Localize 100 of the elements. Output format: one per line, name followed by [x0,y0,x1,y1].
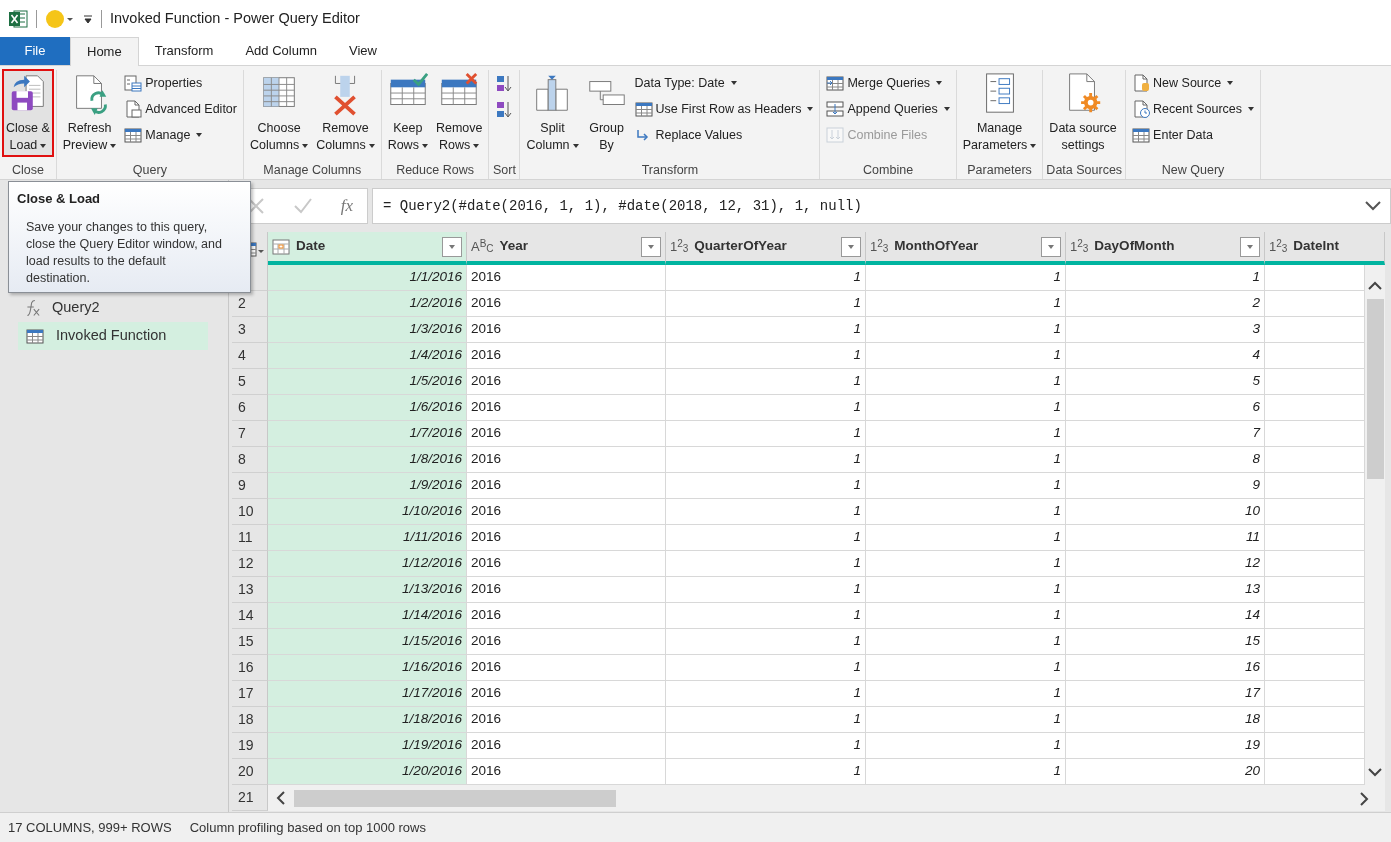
table-icon [124,126,143,144]
properties-icon [124,74,143,92]
table-cell: 1 [666,681,866,707]
table-cell: 1 [666,629,866,655]
row-number: 21 [232,785,268,811]
filter-button[interactable] [442,236,462,257]
table-cell: 2016 [467,733,666,759]
table-cell: 2016 [467,473,666,499]
table-cell: 1 [866,499,1066,525]
row-number: 15 [232,629,268,655]
ribbon-button[interactable]: Recent Sources [1129,96,1258,122]
database-document-icon [1132,74,1151,92]
table-cell: 1/10/2016 [268,499,467,525]
table-cell: 1 [866,473,1066,499]
filter-button[interactable] [1240,236,1260,257]
ribbon-button[interactable]: Enter Data [1129,122,1258,148]
group-label: Combine [862,162,915,179]
row-number: 10 [232,499,268,525]
horizontal-scrollbar[interactable] [268,785,1385,811]
ribbon-tab[interactable]: Add Column [229,37,333,65]
row-number: 9 [232,473,268,499]
table-cell: 1/6/2016 [268,395,467,421]
row-number: 7 [232,421,268,447]
table-cell: 1/13/2016 [268,577,467,603]
status-text: 17 COLUMNS, 999+ ROWS [8,818,172,837]
table-cell: 1 [866,421,1066,447]
table-cell: 2016 [467,551,666,577]
ribbon-tab[interactable]: Transform [138,37,230,65]
table-cell: 1 [866,551,1066,577]
table-cell: 1 [866,447,1066,473]
table-cell: 1 [866,343,1066,369]
table-cell: 2016 [467,577,666,603]
calendar-icon [272,237,290,256]
table-cell: 2016 [467,525,666,551]
table-cell: 1/5/2016 [268,369,467,395]
row-number: 11 [232,525,268,551]
query-item[interactable]: Invoked Function [18,322,208,350]
table-cell: 1 [866,681,1066,707]
table-cell: 1 [666,603,866,629]
ribbon-tab[interactable]: View [333,37,393,65]
ribbon-button[interactable]: Manage Parameters [959,70,1040,156]
vertical-scrollbar[interactable] [1365,265,1385,785]
ribbon-button[interactable]: Merge Queries [823,70,953,96]
ribbon-button[interactable]: Refresh Preview [59,70,120,156]
table-cell: 2016 [467,629,666,655]
ribbon-button[interactable]: Choose Columns [247,70,312,156]
query-item[interactable]: Query2 [18,294,208,322]
group-label: Manage Columns [262,162,363,179]
spreadsheet-app-icon [8,9,28,29]
ribbon-button[interactable]: Replace Values [631,122,817,148]
filter-button[interactable] [641,236,661,257]
table-cell: 1 [866,603,1066,629]
formula-field[interactable]: = Query2(#date(2016, 1, 1), #date(2018, 12, 31), 1, null) [372,188,1391,224]
table-cell: 2016 [467,291,666,317]
table-icon [26,327,44,345]
ribbon-button[interactable]: Remove Columns [313,70,378,156]
scroll-down-icon [1367,766,1383,779]
table-cell: 1/1/2016 [268,265,467,291]
table-cell: 1 [666,291,866,317]
append-icon [826,100,845,118]
group-label: Reduce Rows [395,162,475,179]
ribbon-button[interactable]: New Source [1129,70,1258,96]
file-tab[interactable]: File [0,37,70,65]
combine-icon [826,126,845,144]
ribbon-button[interactable]: Close & Load [3,70,53,156]
table-cell: 1/9/2016 [268,473,467,499]
ribbon-button[interactable]: Data Type: Date [631,70,817,96]
table-cell: 1 [666,525,866,551]
table-cell: 2016 [467,655,666,681]
group-label: Query [131,162,168,179]
ribbon-button[interactable]: Append Queries [823,96,953,122]
ribbon-button[interactable]: Group By [583,70,630,156]
ribbon-tab[interactable]: Home [70,37,139,66]
ribbon-button[interactable]: Remove Rows [432,70,486,156]
table-cell: 1 [666,395,866,421]
row-number: 8 [232,447,268,473]
filter-button[interactable] [841,236,861,257]
table-cell: 1/20/2016 [268,759,467,785]
ribbon-button[interactable]: Use First Row as Headers [631,96,817,122]
table-cell: 19 [1066,733,1265,759]
ribbon-button[interactable]: Properties [121,70,240,96]
ribbon-button[interactable]: Keep Rows [384,70,431,156]
ribbon-button[interactable]: Manage [121,122,240,148]
table-cell: 1 [866,317,1066,343]
ribbon-button[interactable]: Split Column [523,70,582,156]
column-header[interactable]: Date [268,232,467,265]
table-cell: 1 [666,447,866,473]
table-cell: 1/3/2016 [268,317,467,343]
row-number: 3 [232,317,268,343]
table-cell: 1/8/2016 [268,447,467,473]
table-cell: 1 [866,759,1066,785]
filter-button[interactable] [1041,236,1061,257]
function-label: fx [340,195,354,218]
table-cell: 1 [866,291,1066,317]
table-cell: 2016 [467,369,666,395]
row-number: 18 [232,707,268,733]
ribbon-button[interactable]: Data source settings [1046,70,1120,156]
row-number: 6 [232,395,268,421]
table-cell: 1/18/2016 [268,707,467,733]
ribbon-button[interactable]: Advanced Editor [121,96,240,122]
